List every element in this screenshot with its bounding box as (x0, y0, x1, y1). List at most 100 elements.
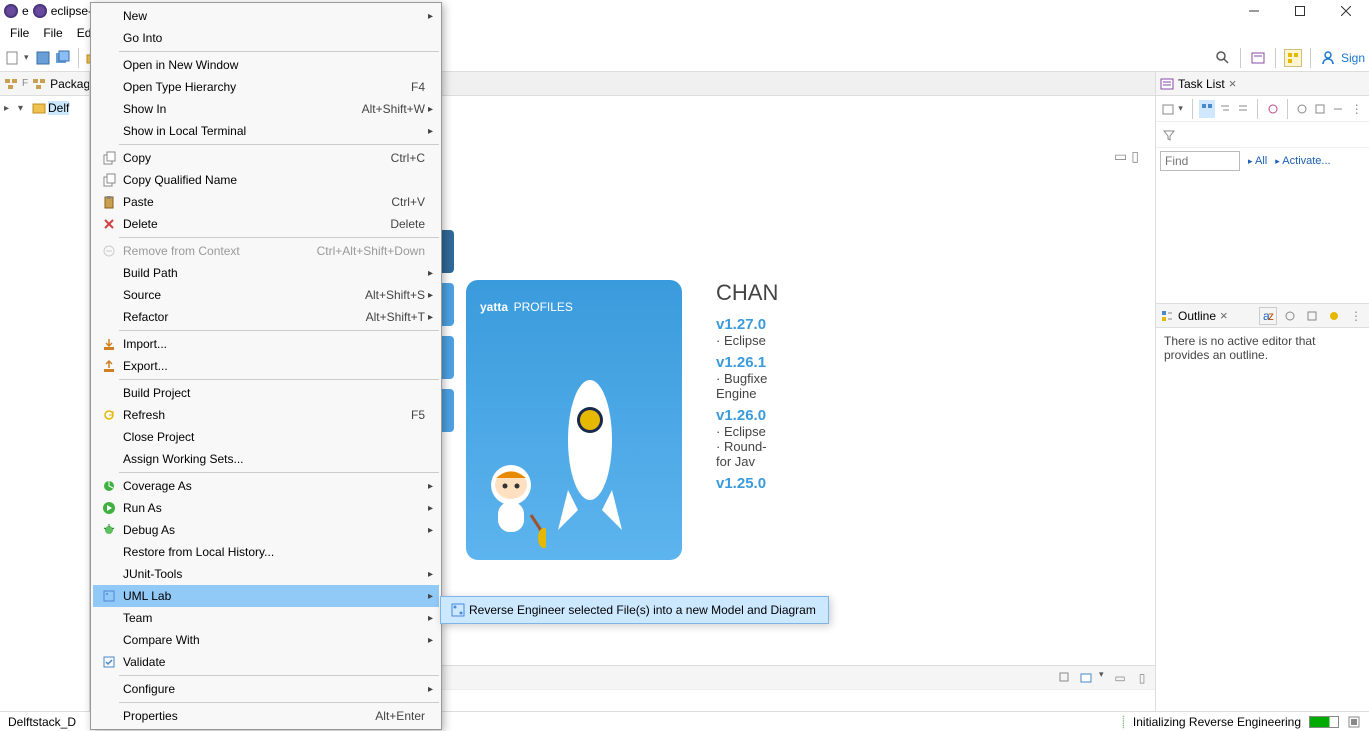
close-icon[interactable]: × (1220, 308, 1228, 323)
open-console-icon[interactable] (1077, 669, 1095, 687)
tree-icon (32, 77, 46, 91)
ctx-open-type-hierarchy[interactable]: Open Type HierarchyF4 (93, 76, 439, 98)
remove-icon (99, 244, 119, 258)
task-icon[interactable] (1249, 49, 1267, 67)
ctx-configure[interactable]: Configure▸ (93, 678, 439, 700)
max-icon[interactable]: ▯ (1133, 669, 1151, 687)
new-task-icon[interactable] (1160, 100, 1176, 118)
menu-file[interactable]: File (4, 24, 35, 42)
copy-icon (99, 151, 119, 165)
pin-icon[interactable] (1055, 669, 1073, 687)
maximize-button[interactable] (1277, 0, 1323, 22)
chevron-right-icon[interactable]: ▸ (4, 103, 16, 114)
ctx-uml-lab[interactable]: UML Lab▸ (93, 585, 439, 607)
user-icon[interactable] (1319, 49, 1337, 67)
all-link[interactable]: All (1248, 155, 1267, 167)
search-icon[interactable] (1214, 49, 1232, 67)
ctx-junit-tools[interactable]: JUnit-Tools▸ (93, 563, 439, 585)
ctx-validate[interactable]: Validate (93, 651, 439, 673)
project-icon (32, 101, 46, 115)
hide-icon[interactable] (1330, 100, 1346, 118)
find-input[interactable] (1160, 151, 1240, 171)
task-list-tab[interactable]: Task List (1178, 77, 1225, 91)
focus-icon[interactable] (1264, 100, 1280, 118)
ctx-paste[interactable]: PasteCtrl+V (93, 191, 439, 213)
ctx-source[interactable]: SourceAlt+Shift+S▸ (93, 284, 439, 306)
categorize-icon[interactable] (1199, 100, 1215, 118)
outline-body: There is no active editor that provides … (1156, 328, 1369, 368)
ctx-refactor[interactable]: RefactorAlt+Shift+T▸ (93, 306, 439, 328)
f1-icon[interactable] (1281, 307, 1299, 325)
profiles-card[interactable]: yatta PROFILES (466, 280, 682, 560)
save-icon[interactable] (34, 49, 52, 67)
ctx-import-[interactable]: Import... (93, 333, 439, 355)
rocket-icon (550, 370, 630, 550)
run-icon (99, 501, 119, 515)
ctx-copy[interactable]: CopyCtrl+C (93, 147, 439, 169)
ctx-properties[interactable]: PropertiesAlt+Enter (93, 705, 439, 727)
ctx-go-into[interactable]: Go Into (93, 27, 439, 49)
ctx-build-path[interactable]: Build Path▸ (93, 262, 439, 284)
activate-link[interactable]: Activate... (1275, 155, 1330, 167)
tree2-icon[interactable] (1235, 100, 1251, 118)
eclipse-icon (4, 4, 18, 18)
chevron-down-icon[interactable]: ▾ (18, 103, 30, 114)
collapse-icon[interactable] (1312, 100, 1328, 118)
minimize-button[interactable] (1231, 0, 1277, 22)
chevron-right-icon: ▸ (428, 525, 433, 536)
paste-icon (99, 195, 119, 209)
ctx-open-in-new-window[interactable]: Open in New Window (93, 54, 439, 76)
ctx-debug-as[interactable]: Debug As▸ (93, 519, 439, 541)
chevron-right-icon: ▸ (428, 569, 433, 580)
ctx-compare-with[interactable]: Compare With▸ (93, 629, 439, 651)
ctx-build-project[interactable]: Build Project (93, 382, 439, 404)
min-icon[interactable]: ▭ (1111, 669, 1129, 687)
menu-icon[interactable]: ⋮ (1349, 100, 1365, 118)
close-button[interactable] (1323, 0, 1369, 22)
progress-icon[interactable] (1347, 715, 1361, 729)
ctx-new[interactable]: New▸ (93, 5, 439, 27)
chevron-right-icon: ▸ (428, 126, 433, 137)
outline-icon (1160, 309, 1174, 323)
chevron-right-icon: ▸ (428, 268, 433, 279)
ctx-coverage-as[interactable]: Coverage As▸ (93, 475, 439, 497)
package-explorer: F Packag ▸ ▾ Delf (0, 72, 90, 711)
coverage-icon (99, 479, 119, 493)
tree1-icon[interactable] (1217, 100, 1233, 118)
tree-icon (4, 77, 18, 91)
ctx-show-in[interactable]: Show InAlt+Shift+W▸ (93, 98, 439, 120)
ctx-assign-working-sets-[interactable]: Assign Working Sets... (93, 448, 439, 470)
new-icon[interactable] (4, 49, 22, 67)
f2-icon[interactable] (1303, 307, 1321, 325)
f3-icon[interactable] (1325, 307, 1343, 325)
package-explorer-tab[interactable]: Packag (50, 77, 90, 91)
sync-icon[interactable] (1294, 100, 1310, 118)
ctx-copy-qualified-name[interactable]: Copy Qualified Name (93, 169, 439, 191)
chevron-right-icon: ▸ (428, 635, 433, 646)
ctx-refresh[interactable]: RefreshF5 (93, 404, 439, 426)
ctx-run-as[interactable]: Run As▸ (93, 497, 439, 519)
persp-icon[interactable] (1284, 49, 1302, 67)
ctx-delete[interactable]: DeleteDelete (93, 213, 439, 235)
menu-icon[interactable]: ⋮ (1347, 307, 1365, 325)
outline-tab[interactable]: Outline (1178, 309, 1216, 323)
sort-icon[interactable]: az (1259, 307, 1277, 325)
chevron-right-icon: ▸ (428, 290, 433, 301)
reverse-engineer-item[interactable]: Reverse Engineer selected File(s) into a… (443, 599, 826, 621)
ctx-restore-from-local-history-[interactable]: Restore from Local History... (93, 541, 439, 563)
ctx-close-project[interactable]: Close Project (93, 426, 439, 448)
refresh-icon (99, 408, 119, 422)
sign-label[interactable]: Sign (1341, 51, 1365, 65)
menu-file[interactable]: File (37, 24, 68, 42)
filter-icon[interactable] (1160, 126, 1178, 144)
ctx-team[interactable]: Team▸ (93, 607, 439, 629)
svg-text:z: z (1268, 310, 1274, 322)
close-icon[interactable]: × (1229, 76, 1237, 91)
save-all-icon[interactable] (54, 49, 72, 67)
tree-label: Delf (48, 101, 69, 115)
ctx-show-in-local-terminal[interactable]: Show in Local Terminal▸ (93, 120, 439, 142)
ctx-export-[interactable]: Export... (93, 355, 439, 377)
check-icon (99, 655, 119, 669)
tree-item[interactable]: ▸ ▾ Delf (4, 100, 85, 116)
delete-icon (99, 217, 119, 231)
